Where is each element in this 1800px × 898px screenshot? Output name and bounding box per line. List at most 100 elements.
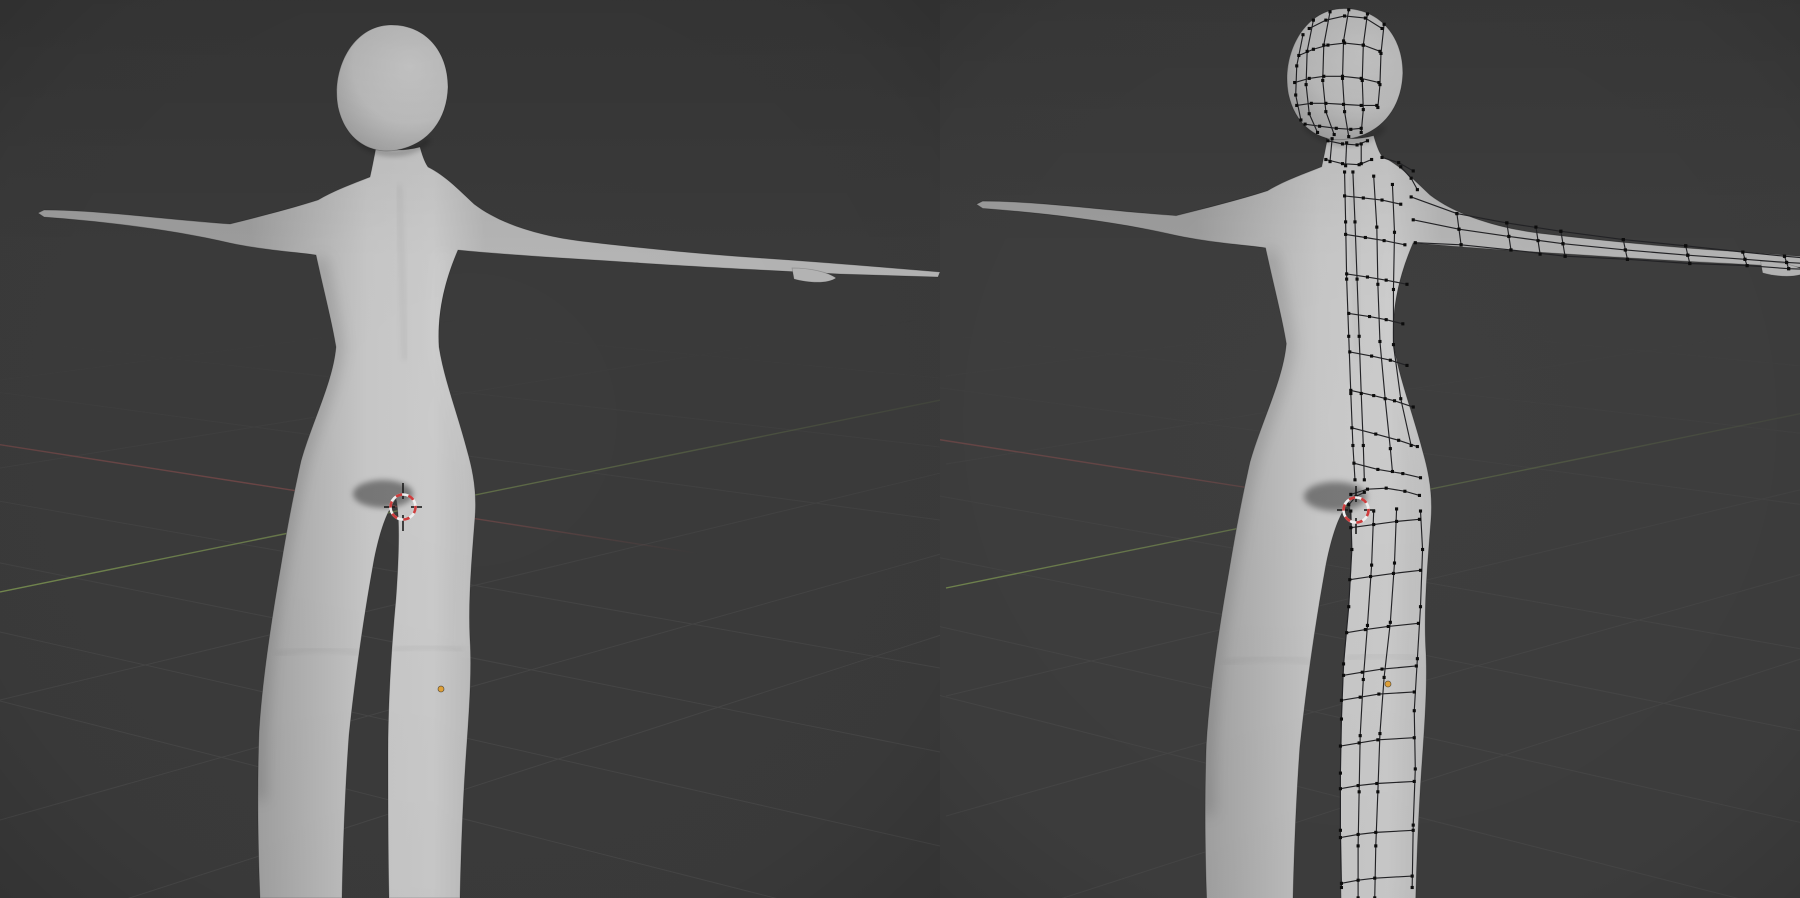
vertex-dot <box>1392 288 1395 291</box>
vertex-dot <box>1345 141 1348 144</box>
vertex-dot <box>1341 162 1344 165</box>
vertex-dot <box>1364 17 1367 20</box>
3d-viewport-comparison <box>0 0 1800 898</box>
vertex-dot <box>1393 399 1396 402</box>
vertex-dot <box>1391 470 1394 473</box>
vertex-dot <box>1366 624 1369 627</box>
vertex-dot <box>1389 359 1392 362</box>
vertex-dot <box>1378 50 1381 53</box>
vertex-dot <box>1349 392 1352 395</box>
vertex-dot <box>1362 444 1365 447</box>
vertex-dot <box>1335 127 1338 130</box>
vertex-dot <box>1688 262 1691 265</box>
vertex-dot <box>1322 44 1325 47</box>
vertex-dot <box>1419 569 1422 572</box>
vertex-dot <box>1393 561 1396 564</box>
vertex-dot <box>1349 128 1352 131</box>
vertex-dot <box>1410 177 1413 180</box>
vertex-dot <box>1297 54 1300 57</box>
vertex-dot <box>1364 628 1367 631</box>
vertex-dot <box>1383 239 1386 242</box>
vertex-dot <box>1343 110 1346 113</box>
vertex-dot <box>1340 717 1343 720</box>
vertex-dot <box>1339 829 1342 832</box>
vertex-dot <box>1373 877 1376 880</box>
vertex-dot <box>1347 503 1350 506</box>
vertex-dot <box>1318 125 1321 128</box>
vertex-dot <box>1392 572 1395 575</box>
vertex-dot <box>1358 790 1361 793</box>
vertex-dot <box>1416 445 1419 448</box>
vertex-dot <box>1348 578 1351 581</box>
vertex-dot <box>1539 253 1542 256</box>
vertex-dot <box>1417 622 1420 625</box>
vertex-dot <box>1401 322 1404 325</box>
vertex-dot <box>1376 790 1379 793</box>
vertex-dot <box>1366 12 1369 15</box>
vertex-dot <box>1324 102 1327 105</box>
vertex-dot <box>1364 236 1367 239</box>
vertex-dot <box>1343 194 1346 197</box>
vertex-dot <box>1377 81 1380 84</box>
vertex-dot <box>1383 676 1386 679</box>
vertex-dot <box>1372 175 1375 178</box>
vertex-dot <box>1626 258 1629 261</box>
viewport-edit-mode[interactable] <box>940 0 1800 898</box>
vertex-dot <box>1412 824 1415 827</box>
vertex-dot <box>1360 142 1363 145</box>
vertex-dot <box>1391 183 1394 186</box>
vertex-dot <box>1376 283 1379 286</box>
vertex-dot <box>1375 104 1378 107</box>
vertex-dot <box>1624 248 1627 251</box>
vertex-dot <box>1370 564 1373 567</box>
viewport-object-mode[interactable] <box>0 0 940 898</box>
vertex-dot <box>1349 509 1352 512</box>
vertex-dot <box>1356 143 1359 146</box>
vertex-dot <box>1370 158 1373 161</box>
vertex-dot <box>1305 83 1308 86</box>
vertex-dot <box>1376 738 1379 741</box>
object-origin-dot[interactable] <box>438 686 444 692</box>
vertex-dot <box>1413 709 1416 712</box>
vertex-dot <box>1419 509 1422 512</box>
vertex-dot <box>1421 548 1424 551</box>
vertex-dot <box>1412 169 1415 172</box>
vertex-dot <box>1348 350 1351 353</box>
vertex-dot <box>1419 476 1422 479</box>
vertex-dot <box>1505 221 1508 224</box>
vertex-dot <box>1395 520 1398 523</box>
vertex-dot <box>1783 255 1786 258</box>
vertex-dot <box>1358 335 1361 338</box>
vertex-dot <box>1368 315 1371 318</box>
vertex-dot <box>1743 258 1746 261</box>
vertex-dot <box>1347 135 1350 138</box>
vertex-dot <box>1321 79 1324 82</box>
vertex-dot <box>1413 736 1416 739</box>
vertex-dot <box>1357 784 1360 787</box>
vertex-dot <box>1333 133 1336 136</box>
vertex-dot <box>1377 693 1380 696</box>
vertex-dot <box>1347 605 1350 608</box>
vertex-dot <box>1363 478 1366 481</box>
vertex-dot <box>1322 75 1325 78</box>
vertex-dot <box>1460 243 1463 246</box>
vertex-dot <box>1360 77 1363 80</box>
vertex-dot <box>1411 886 1414 889</box>
vertex-dot <box>1387 625 1390 628</box>
vertex-dot <box>1361 671 1364 674</box>
vertex-dot <box>1324 110 1327 113</box>
vertex-dot <box>1389 447 1392 450</box>
vertex-dot <box>1347 8 1350 11</box>
vertex-dot <box>1312 48 1315 51</box>
vertex-dot <box>1413 780 1416 783</box>
vertex-dot <box>1385 279 1388 282</box>
vertex-dot <box>1339 836 1342 839</box>
vertex-dot <box>1308 112 1311 115</box>
vertex-dot <box>1366 488 1369 491</box>
vertex-dot <box>1411 874 1414 877</box>
vertex-dot <box>1310 102 1313 105</box>
object-origin-dot[interactable] <box>1385 681 1391 687</box>
vertex-dot <box>1356 278 1359 281</box>
vertex-dot <box>1353 478 1356 481</box>
vertex-dot <box>1564 255 1567 258</box>
